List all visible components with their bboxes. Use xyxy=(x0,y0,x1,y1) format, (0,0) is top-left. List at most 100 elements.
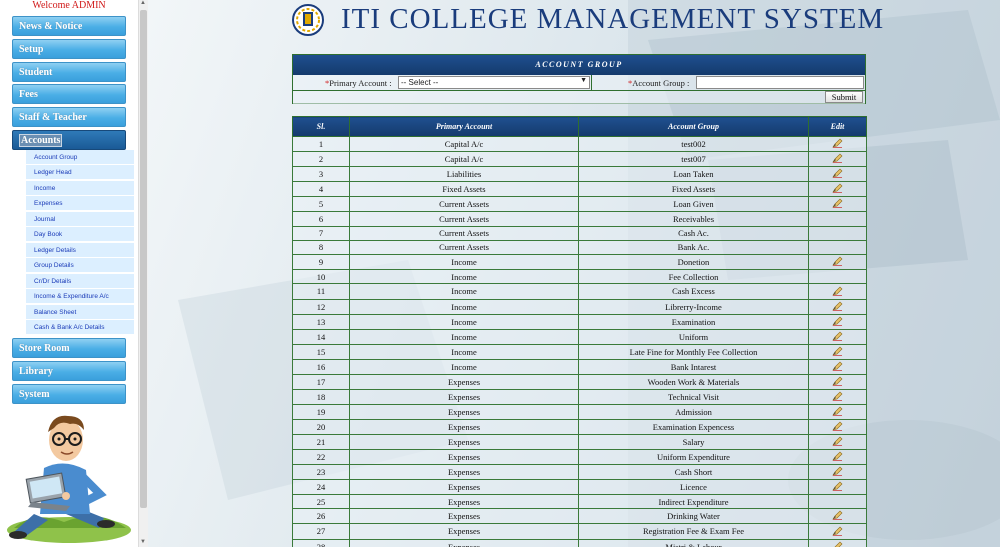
edit-pencil-icon[interactable] xyxy=(832,197,843,211)
edit-pencil-icon[interactable] xyxy=(832,152,843,166)
cell-primary-account: Expenses xyxy=(349,538,579,547)
cell-edit xyxy=(808,358,867,375)
cell-primary-account: Income xyxy=(349,343,579,360)
menu-store-room[interactable]: Store Room xyxy=(12,338,126,358)
menu-accounts[interactable]: Accounts xyxy=(12,130,126,150)
submenu-ledger-details[interactable]: Ledger Details xyxy=(26,243,134,258)
scrollbar-thumb[interactable] xyxy=(140,10,147,508)
cell-account-group: Cash Ac. xyxy=(578,225,809,241)
cell-edit xyxy=(808,313,867,330)
menu-student[interactable]: Student xyxy=(12,62,126,82)
edit-pencil-icon[interactable] xyxy=(832,300,843,314)
cell-primary-account: Income xyxy=(349,358,579,375)
form-fields-row: *Primary Account : -- Select -- ▼ *Accou… xyxy=(293,75,865,91)
sidebar-scrollbar[interactable]: ▲ ▼ xyxy=(138,0,148,547)
primary-account-select[interactable]: -- Select -- ▼ xyxy=(398,76,590,89)
submenu-balance-sheet[interactable]: Balance Sheet xyxy=(26,305,134,320)
account-group-form: ACCOUNT GROUP *Primary Account : -- Sele… xyxy=(292,54,866,104)
cell-primary-account: Expenses xyxy=(349,523,579,540)
menu-staff-teacher[interactable]: Staff & Teacher xyxy=(12,107,126,127)
submenu-ledger-head[interactable]: Ledger Head xyxy=(26,165,134,180)
cell-sl: 18 xyxy=(292,388,350,405)
cell-sl: 8 xyxy=(292,239,350,256)
submenu-journal[interactable]: Journal xyxy=(26,212,134,227)
cell-primary-account: Expenses xyxy=(349,403,579,420)
cell-primary-account: Income xyxy=(349,269,579,285)
menu-system[interactable]: System xyxy=(12,384,126,404)
cell-account-group: test002 xyxy=(578,135,809,153)
cell-sl: 19 xyxy=(292,403,350,420)
edit-pencil-icon[interactable] xyxy=(832,540,843,547)
edit-pencil-icon[interactable] xyxy=(832,360,843,374)
cell-primary-account: Expenses xyxy=(349,418,579,435)
edit-pencil-icon[interactable] xyxy=(832,375,843,389)
submenu-account-group[interactable]: Account Group xyxy=(26,150,134,165)
cell-account-group: Late Fine for Monthly Fee Collection xyxy=(578,343,809,360)
edit-pencil-icon[interactable] xyxy=(832,285,843,299)
edit-pencil-icon[interactable] xyxy=(832,167,843,181)
cell-account-group: Fee Collection xyxy=(578,269,809,285)
submenu-day-book[interactable]: Day Book xyxy=(26,227,134,242)
cell-account-group: Mistri & Labour xyxy=(578,538,809,547)
table-row: 7 Current Assets Cash Ac. xyxy=(292,225,867,241)
edit-pencil-icon[interactable] xyxy=(832,182,843,196)
scroll-down-arrow-icon[interactable]: ▼ xyxy=(140,539,146,545)
cell-account-group: Examination xyxy=(578,313,809,330)
cell-account-group: Salary xyxy=(578,433,809,450)
page-title: ITI COLLEGE MANAGEMENT SYSTEM xyxy=(341,3,885,35)
submenu-cr-dr-details[interactable]: Cr/Dr Details xyxy=(26,274,134,289)
table-header-row: Sl. Primary Account Account Group Edit xyxy=(292,116,867,137)
cell-edit xyxy=(808,494,867,510)
submit-button[interactable]: Submit xyxy=(825,91,863,103)
cell-edit xyxy=(808,269,867,285)
cell-edit xyxy=(808,448,867,466)
edit-pencil-icon[interactable] xyxy=(832,480,843,494)
cell-account-group: Bank Ac. xyxy=(578,239,809,256)
submenu-expenses[interactable]: Expenses xyxy=(26,196,134,211)
cell-account-group: Fixed Assets xyxy=(578,181,809,198)
main-content: ITI COLLEGE MANAGEMENT SYSTEM ACCOUNT GR… xyxy=(148,0,1000,547)
table-row: 18 Expenses Technical Visit xyxy=(292,388,867,405)
table-row: 11 Income Cash Excess xyxy=(292,283,867,300)
edit-pencil-icon[interactable] xyxy=(832,450,843,464)
cell-edit xyxy=(808,181,867,198)
col-header-edit: Edit xyxy=(808,116,867,137)
scroll-up-arrow-icon[interactable]: ▲ xyxy=(140,0,146,6)
cell-sl: 27 xyxy=(292,523,350,540)
form-title: ACCOUNT GROUP xyxy=(293,55,865,75)
account-group-table: Sl. Primary Account Account Group Edit 1… xyxy=(292,116,867,547)
edit-pencil-icon[interactable] xyxy=(832,509,843,523)
edit-pencil-icon[interactable] xyxy=(832,137,843,151)
cell-primary-account: Expenses xyxy=(349,508,579,525)
cell-sl: 26 xyxy=(292,508,350,525)
edit-pencil-icon[interactable] xyxy=(832,315,843,329)
menu-library[interactable]: Library xyxy=(12,361,126,381)
edit-pencil-icon[interactable] xyxy=(832,330,843,344)
menu-news-notice[interactable]: News & Notice xyxy=(12,16,126,36)
submenu-income[interactable]: Income xyxy=(26,181,134,196)
student-cartoon-image xyxy=(7,415,131,543)
cell-account-group: Loan Taken xyxy=(578,166,809,183)
cell-sl: 7 xyxy=(292,225,350,241)
account-group-input[interactable] xyxy=(696,76,864,89)
edit-pencil-icon[interactable] xyxy=(832,435,843,449)
cell-primary-account: Current Assets xyxy=(349,196,579,213)
edit-pencil-icon[interactable] xyxy=(832,255,843,269)
edit-pencil-icon[interactable] xyxy=(832,420,843,434)
cell-sl: 5 xyxy=(292,196,350,213)
menu-fees[interactable]: Fees xyxy=(12,84,126,104)
edit-pencil-icon[interactable] xyxy=(832,405,843,419)
submenu-group-details[interactable]: Group Details xyxy=(26,258,134,273)
menu-setup[interactable]: Setup xyxy=(12,39,126,59)
submenu-income-expenditure[interactable]: Income & Expenditure A/c xyxy=(26,289,134,304)
edit-pencil-icon[interactable] xyxy=(832,465,843,479)
edit-pencil-icon[interactable] xyxy=(832,345,843,359)
cell-sl: 13 xyxy=(292,313,350,330)
cell-edit xyxy=(808,225,867,241)
cell-primary-account: Income xyxy=(349,298,579,315)
edit-pencil-icon[interactable] xyxy=(832,390,843,404)
submenu-cash-bank-details[interactable]: Cash & Bank A/c Details xyxy=(26,320,134,335)
cell-edit xyxy=(808,418,867,435)
edit-pencil-icon[interactable] xyxy=(832,525,843,539)
cell-edit xyxy=(808,433,867,450)
